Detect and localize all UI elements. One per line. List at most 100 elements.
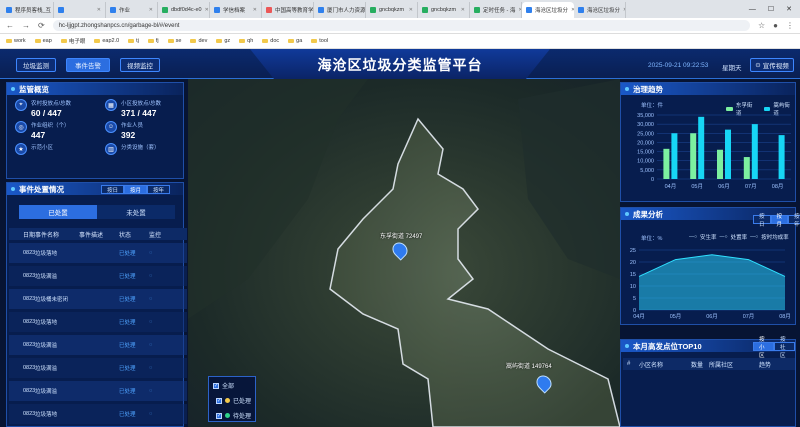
- checkbox-icon[interactable]: ✓: [213, 382, 219, 389]
- browser-tab[interactable]: 作业 ✕: [106, 2, 158, 18]
- results-period-0[interactable]: 按日: [753, 214, 771, 228]
- reload-icon[interactable]: ⟳: [38, 21, 45, 30]
- bookmark-folder[interactable]: doc: [262, 38, 279, 44]
- bookmark-folder[interactable]: eap: [34, 38, 52, 44]
- table-row[interactable]: 0823 垃圾满溢 已处理 ◌: [9, 381, 187, 401]
- table-row[interactable]: 0823 垃圾落地 已处理 ◌: [9, 243, 187, 263]
- bookmark-folder[interactable]: tool: [311, 38, 328, 44]
- monitor-icon[interactable]: ◌: [149, 411, 169, 417]
- browser-tab[interactable]: 海沧区垃圾分✕: [522, 2, 574, 18]
- results-period-2[interactable]: 按年: [788, 214, 800, 228]
- table-row[interactable]: 0823 垃圾满溢 已处理 ◌: [9, 358, 187, 378]
- bookmark-folder[interactable]: qh: [239, 38, 253, 44]
- bookmark-folder[interactable]: fj: [147, 38, 159, 44]
- folder-icon: [216, 39, 223, 43]
- monitor-icon[interactable]: ◌: [149, 342, 169, 348]
- events-period-1[interactable]: 按月: [124, 185, 148, 194]
- table-row[interactable]: 0823 垃圾桶未密闭 已处理 ◌: [9, 289, 187, 309]
- events-period-2[interactable]: 按年: [147, 185, 171, 194]
- table-row[interactable]: 0823 垃圾落地 已处理 ◌: [9, 312, 187, 332]
- x-tick-label: 05月: [670, 313, 682, 320]
- browser-tab[interactable]: dbdf0d4c-e0 ✕: [158, 2, 210, 18]
- monitor-icon[interactable]: ◌: [149, 365, 169, 371]
- browser-tab[interactable]: 学信档案 ✕: [210, 2, 262, 18]
- stat-label: 小区投放点/总数: [121, 101, 162, 107]
- bookmark-label: fj: [155, 38, 159, 44]
- area-fill: [639, 254, 785, 310]
- x-tick-label: 07月: [745, 183, 757, 190]
- bookmark-folder[interactable]: eap2.0: [94, 38, 119, 44]
- tab-by-community[interactable]: 按小区: [753, 337, 774, 359]
- close-tab-icon[interactable]: ✕: [461, 7, 465, 13]
- close-tab-icon[interactable]: ✕: [253, 7, 257, 13]
- bookmark-folder[interactable]: se: [167, 38, 181, 44]
- map-view[interactable]: 东孚街道 72497 嵩屿街道 149764 ✓ 全部 ✓ 已处理 ✓ 待处理: [188, 79, 620, 427]
- bookmark-folder[interactable]: gz: [216, 38, 230, 44]
- nav-video-monitor[interactable]: 视频监控: [120, 58, 160, 72]
- y-tick-label: 15,000: [637, 150, 654, 156]
- url-field[interactable]: hc-ljjgpt.zhongshanpcs.cn/garbage-bl/#/e…: [52, 20, 750, 31]
- browser-tab[interactable]: gncbqkzm ✕: [366, 2, 418, 18]
- cell-name: 垃圾满溢: [35, 366, 58, 372]
- bar: [698, 116, 705, 179]
- filter-pending[interactable]: ✓ 待处理: [213, 411, 251, 420]
- menu-icon[interactable]: ⋮: [786, 21, 794, 30]
- close-tab-icon[interactable]: ✕: [409, 7, 413, 13]
- browser-tab[interactable]: 程序员客栈_互✕: [2, 2, 54, 18]
- monitor-icon[interactable]: ◌: [149, 388, 169, 394]
- cell-status: 已处理: [119, 389, 136, 395]
- overview-stat: ▦ 小区投放点/总数 371 / 447: [105, 99, 161, 118]
- browser-tab[interactable]: gncbqkzm ✕: [418, 2, 470, 18]
- close-tab-icon[interactable]: ✕: [97, 7, 101, 13]
- browser-tab[interactable]: 定时任务 - 海✕: [470, 2, 522, 18]
- table-row[interactable]: 0823 垃圾满溢 已处理 ◌: [9, 266, 187, 286]
- checkbox-icon[interactable]: ✓: [216, 397, 222, 404]
- nav-garbage-monitor[interactable]: 垃圾监测: [16, 58, 56, 72]
- bookmark-folder[interactable]: tj: [128, 38, 139, 44]
- bookmark-folder[interactable]: 电子眼: [60, 37, 85, 45]
- status-dot-icon: [225, 413, 230, 418]
- col-neighborhood: 所属社区: [709, 362, 734, 369]
- overview-stat: ▥ 分类设施（套）: [105, 143, 160, 155]
- y-tick-label: 5,000: [640, 168, 654, 174]
- events-period-0[interactable]: 按日: [101, 185, 125, 194]
- tab-by-neighborhood[interactable]: 按社区: [774, 337, 795, 359]
- person-icon: ☺: [105, 121, 117, 133]
- filter-handled[interactable]: ✓ 已处理: [213, 396, 251, 405]
- close-icon[interactable]: ✕: [786, 5, 792, 13]
- monitor-icon[interactable]: ◌: [149, 273, 169, 279]
- window-controls: — ☐ ✕: [748, 0, 800, 18]
- close-tab-icon[interactable]: ✕: [149, 7, 153, 13]
- filter-all[interactable]: ✓ 全部: [213, 381, 251, 390]
- bookmark-folder[interactable]: dev: [190, 38, 207, 44]
- bookmark-folder[interactable]: work: [6, 38, 26, 44]
- tab-handled[interactable]: 已处置: [19, 205, 97, 219]
- events-col: 事件描述: [79, 232, 104, 239]
- monitor-icon[interactable]: ◌: [149, 319, 169, 325]
- browser-tab[interactable]: ✕: [54, 2, 106, 18]
- close-tab-icon[interactable]: ✕: [205, 7, 209, 13]
- close-tab-icon[interactable]: ✕: [623, 7, 625, 13]
- star-icon[interactable]: ☆: [758, 21, 765, 30]
- results-period-1[interactable]: 按月: [770, 214, 789, 228]
- tab-unhandled[interactable]: 未处置: [97, 205, 175, 219]
- browser-tab-label: 程序员客栈_互: [15, 8, 52, 14]
- profile-icon[interactable]: ●: [773, 21, 778, 30]
- browser-tab[interactable]: 厦门市人力资源✕: [314, 2, 366, 18]
- back-icon[interactable]: ←: [6, 21, 14, 30]
- browser-tab-bar: 程序员客栈_互✕✕作业✕dbdf0d4c-e0✕学信档案✕中国高等教育学✕厦门市…: [0, 0, 800, 18]
- checkbox-icon[interactable]: ✓: [216, 412, 222, 419]
- forward-icon[interactable]: →: [22, 21, 30, 30]
- monitor-icon[interactable]: ◌: [149, 250, 169, 256]
- table-row[interactable]: 0823 垃圾落地 已处理 ◌: [9, 404, 187, 424]
- filter-pending-label: 待处理: [233, 414, 252, 420]
- browser-tab[interactable]: 中国高等教育学✕: [262, 2, 314, 18]
- maximize-icon[interactable]: ☐: [768, 5, 774, 13]
- promo-video-button[interactable]: ⊙ 宣传视频: [750, 58, 794, 72]
- browser-tab[interactable]: 海沧区垃圾分✕: [574, 2, 626, 18]
- monitor-icon[interactable]: ◌: [149, 296, 169, 302]
- minimize-icon[interactable]: —: [749, 6, 756, 13]
- nav-event-alarm[interactable]: 事件告警: [66, 58, 110, 72]
- table-row[interactable]: 0823 垃圾满溢 已处理 ◌: [9, 335, 187, 355]
- bookmark-folder[interactable]: ga: [288, 38, 302, 44]
